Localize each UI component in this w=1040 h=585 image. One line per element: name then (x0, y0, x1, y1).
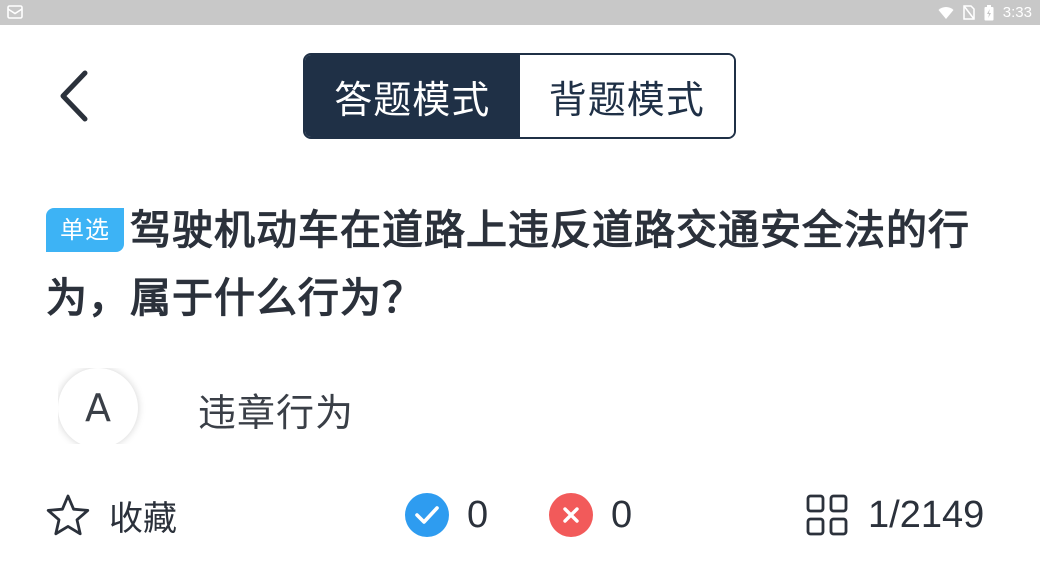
favorite-button[interactable]: 收藏 (45, 490, 177, 540)
chevron-left-icon (60, 70, 88, 122)
option-letter: A (58, 368, 138, 444)
favorite-label: 收藏 (109, 498, 177, 539)
app-screen: 3:33 答题模式 背题模式 单选 驾驶机动车在道路上违反道路交通安全法的行为，属… (0, 0, 1040, 585)
back-button[interactable] (48, 64, 100, 128)
status-icons: 3:33 (938, 0, 1032, 25)
mode-toggle: 答题模式 背题模式 (303, 53, 736, 139)
correct-counter: 0 (405, 490, 488, 540)
wifi-icon (938, 6, 954, 19)
status-time: 3:33 (1002, 4, 1032, 21)
question-type-badge: 单选 (46, 208, 124, 252)
question-text: 驾驶机动车在道路上违反道路交通安全法的行为，属于什么行为？ (46, 206, 970, 322)
battery-icon (984, 4, 994, 20)
wrong-count: 0 (611, 493, 633, 536)
tab-memorize-mode[interactable]: 背题模式 (519, 55, 734, 137)
progress-text: 1/2149 (868, 493, 985, 536)
status-bar: 3:33 (0, 0, 1040, 25)
check-circle-icon (405, 493, 449, 537)
tab-answer-mode[interactable]: 答题模式 (305, 55, 520, 137)
question-grid-button[interactable]: 1/2149 (806, 490, 984, 540)
star-icon (46, 494, 90, 536)
option-text: 违章行为 (198, 391, 355, 435)
no-sim-icon (963, 5, 975, 20)
option-a[interactable]: A 违章行为 (58, 368, 958, 444)
bottom-bar: 收藏 0 0 1/2149 (0, 480, 1040, 550)
notification-mail-icon (7, 5, 23, 19)
cross-circle-icon (549, 493, 593, 537)
correct-count: 0 (467, 493, 489, 536)
wrong-counter: 0 (549, 490, 632, 540)
question: 单选 驾驶机动车在道路上违反道路交通安全法的行为，属于什么行为？ (46, 196, 1006, 332)
grid-icon (806, 494, 848, 536)
